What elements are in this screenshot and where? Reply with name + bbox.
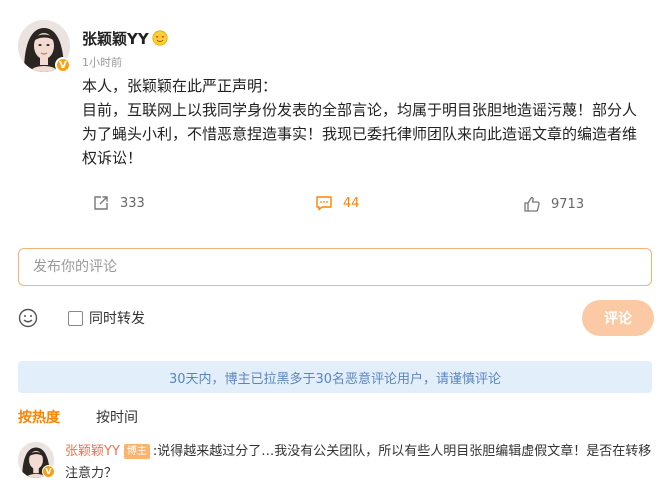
post-timestamp: 1小时前 (82, 56, 122, 69)
post-username[interactable]: 张颖颖YY (82, 28, 149, 49)
tab-sort-by-hot[interactable]: 按热度 (18, 407, 60, 427)
author-badge: 博主 (123, 444, 150, 459)
comment-text-continued: 注意力？ (65, 466, 118, 481)
repost-label: 同时转发 (89, 311, 145, 327)
post-content-line: 目前，互联网上以我同学身份发表的全部言论，均属于明目张胆地造谣污蔑！部分人 (82, 101, 638, 119)
comment-count: 44 (343, 195, 360, 211)
repost-checkbox[interactable] (68, 310, 83, 326)
comment-icon (316, 196, 332, 211)
emoji-picker-icon[interactable] (18, 308, 38, 328)
post-content: 本人，张颖颖在此严正声明： 目前，互联网上以我同学身份发表的全部言论，均属于明目… (82, 74, 657, 170)
post-content-line: 本人，张颖颖在此严正声明： (82, 77, 278, 95)
submit-comment-button[interactable]: 评论 (582, 300, 654, 336)
repost-checkbox-group[interactable]: 同时转发 (68, 308, 145, 328)
blocked-users-notice: 30天内，博主已拉黑多于30名恶意评论用户，请谨慎评论 (18, 361, 652, 393)
thumbs-up-icon (524, 196, 540, 212)
share-button[interactable]: 333 (92, 194, 145, 212)
verified-badge-icon: V (42, 465, 55, 478)
tab-sort-by-time[interactable]: 按时间 (96, 407, 138, 427)
post-content-line: 权诉讼！ (82, 149, 143, 167)
share-count: 333 (120, 195, 145, 211)
like-count: 9713 (551, 196, 585, 212)
post-content-line: 为了蝇头小利，不惜恶意捏造事实！我现已委托律师团队来向此造谣文章的编造者维 (82, 125, 638, 143)
like-button[interactable]: 9713 (523, 195, 584, 213)
verified-badge-icon: V (55, 57, 71, 73)
emoji-face-icon (152, 30, 168, 46)
comment-input[interactable] (18, 248, 652, 286)
comment-text: :说得越来越过分了…我没有公关团队，所以有些人明目张胆编辑虚假文章！是否在转移 (152, 444, 652, 459)
comment-username[interactable]: 张颖颖YY (65, 444, 120, 459)
share-icon (94, 196, 108, 210)
comment-button[interactable]: 44 (315, 194, 360, 212)
comment-body: 张颖颖YY 博主:说得越来越过分了…我没有公关团队，所以有些人明目张胆编辑虚假文章… (65, 441, 655, 485)
